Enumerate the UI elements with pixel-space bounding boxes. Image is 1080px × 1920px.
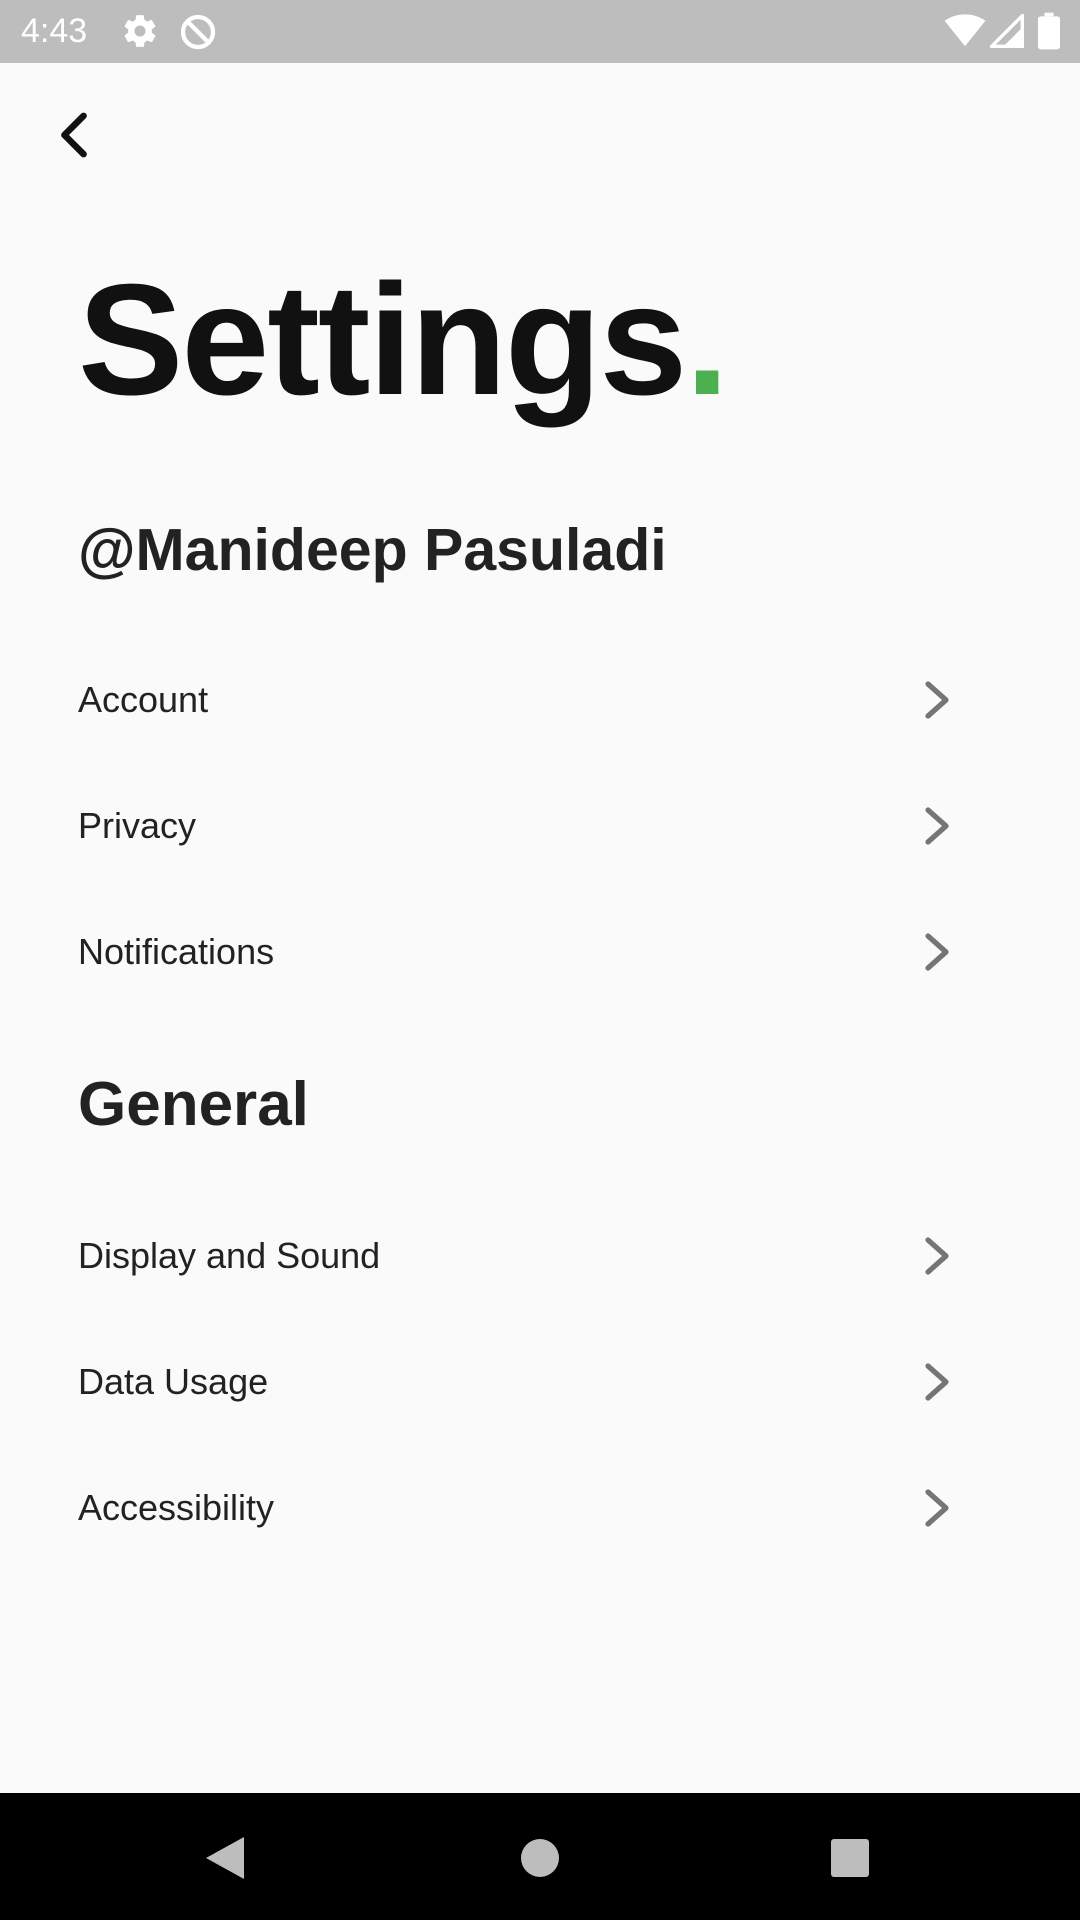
gear-icon (124, 15, 156, 47)
chevron-right-icon (925, 1237, 949, 1275)
battery-icon (1038, 12, 1060, 50)
nav-back-button[interactable] (190, 1823, 260, 1893)
settings-item-label: Display and Sound (78, 1235, 381, 1276)
chevron-right-icon (925, 933, 949, 971)
profile-username: @Manideep Pasuladi (78, 517, 667, 583)
section-heading-general: General (78, 1070, 309, 1139)
chevron-right-icon (925, 1489, 949, 1527)
nav-home-button[interactable] (505, 1823, 575, 1893)
settings-item-label: Privacy (78, 805, 197, 846)
signal-icon (990, 14, 1024, 48)
chevron-right-icon (925, 681, 949, 719)
settings-item-account[interactable]: Account (0, 640, 1080, 760)
recents-square-icon (831, 1839, 869, 1877)
page-title-text: Settings (78, 252, 687, 428)
wifi-icon (944, 14, 986, 47)
nav-recents-button[interactable] (815, 1823, 885, 1893)
chevron-right-icon (925, 1363, 949, 1401)
home-circle-icon (521, 1839, 559, 1877)
back-button[interactable] (44, 100, 104, 170)
settings-item-label: Account (78, 679, 209, 720)
settings-item-privacy[interactable]: Privacy (0, 766, 1080, 886)
settings-item-data-usage[interactable]: Data Usage (0, 1322, 1080, 1442)
page-title: Settings. (78, 250, 729, 430)
status-time: 4:43 (21, 12, 88, 50)
back-triangle-icon (206, 1837, 244, 1879)
settings-item-label: Notifications (78, 931, 275, 972)
settings-item-label: Data Usage (78, 1361, 269, 1402)
back-arrow-icon (61, 112, 87, 158)
chevron-right-icon (925, 807, 949, 845)
title-accent-dot: . (685, 252, 729, 428)
settings-item-label: Accessibility (78, 1487, 275, 1528)
settings-item-display-and-sound[interactable]: Display and Sound (0, 1196, 1080, 1316)
settings-item-notifications[interactable]: Notifications (0, 892, 1080, 1012)
status-bar: 4:43 (0, 0, 1080, 63)
settings-item-accessibility[interactable]: Accessibility (0, 1448, 1080, 1568)
system-navigation-bar (0, 1793, 1080, 1920)
data-saver-icon (180, 14, 216, 50)
